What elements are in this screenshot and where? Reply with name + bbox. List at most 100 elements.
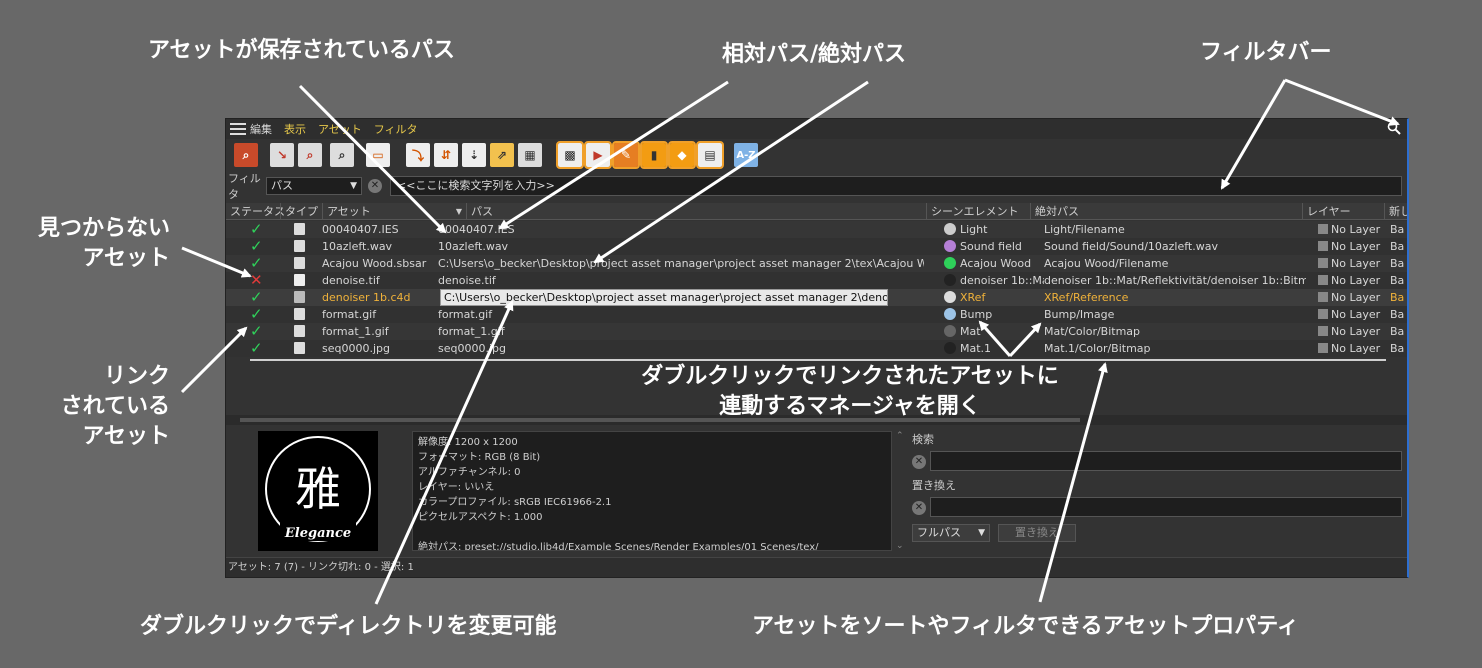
filter-search-icon[interactable] (1387, 121, 1401, 135)
callout-rel-abs-path: 相対パス/絶対パス (722, 42, 907, 67)
col-scene-element[interactable]: シーンエレメント (926, 203, 1030, 220)
absolute-path[interactable]: Mat/Color/Bitmap (1044, 323, 1306, 340)
scene-element[interactable]: Mat (960, 323, 1044, 340)
scene-element[interactable]: Sound field (960, 238, 1044, 255)
filter-film-icon[interactable]: ▮ (640, 141, 668, 169)
scene-element[interactable]: denoiser 1b::Mat (960, 272, 1044, 289)
open-asset-icon[interactable]: ⌕ (234, 143, 258, 167)
relink-search-icon[interactable]: ⌕ (298, 143, 322, 167)
filter-row: フィルタ パス ▼ ✕ <<ここに検索文字列を入力>> (226, 172, 1407, 201)
sort-az-icon[interactable]: A-Z (734, 143, 758, 167)
replace-mode-select[interactable]: フルパス ▼ (912, 524, 990, 542)
callout-missing-asset: 見つからない アセット (10, 214, 170, 274)
new-column-value: Ba (1390, 342, 1405, 355)
localize-icon[interactable]: ⇣ (462, 143, 486, 167)
col-asset[interactable]: アセット ▼ (322, 203, 466, 220)
absolute-path[interactable]: Sound field/Sound/10azleft.wav (1044, 238, 1306, 255)
filter-image-icon[interactable]: ▩ (556, 141, 584, 169)
col-asset-label: アセット (327, 205, 371, 218)
relink-folder-icon[interactable]: ⌕ (330, 143, 354, 167)
absolute-path[interactable]: Acajou Wood/Filename (1044, 255, 1306, 272)
filter-mode-select[interactable]: パス ▼ (266, 177, 362, 195)
col-abs-path[interactable]: 絶対パス (1030, 203, 1302, 220)
table-row[interactable]: ✓ format.gif format.gif Bump Bump/Image No La… (226, 306, 1407, 323)
table-row[interactable]: ✓ Acajou Wood.sbsar C:\Users\o_becker\Desk… (226, 255, 1407, 272)
layer-color-icon (1318, 258, 1328, 268)
scene-element[interactable]: Mat.1 (960, 340, 1044, 357)
callout-dblclick-manager-line1: ダブルクリックでリンクされたアセットに (641, 364, 1059, 389)
scene-element[interactable]: Acajou Wood (960, 255, 1044, 272)
table-header: ステータス タイプ アセット ▼ パス シーンエレメント 絶対パス レイヤー 新… (226, 203, 1407, 220)
filter-movie-icon[interactable]: ▶ (584, 141, 612, 169)
replace-label: 置き換え (912, 479, 956, 492)
asset-path[interactable]: seq0000.jpg (438, 340, 924, 357)
clear-replace-icon[interactable]: ✕ (912, 501, 926, 515)
linked-status-icon: ✓ (250, 306, 263, 323)
relink-icon[interactable]: ↘ (270, 143, 294, 167)
menu-edit[interactable]: 編集 (250, 121, 272, 137)
info-line: レイヤー: いいえ (418, 482, 495, 493)
file-type-icon (294, 342, 305, 354)
svg-text:Elegance: Elegance (284, 526, 351, 541)
table-row[interactable]: ✓ 10azleft.wav 10azleft.wav Sound field Soun… (226, 238, 1407, 255)
texture-grid-icon[interactable]: ▦ (518, 143, 542, 167)
table-row[interactable]: ✕ denoise.tif denoise.tif denoiser 1b::Mat d… (226, 272, 1407, 289)
filter-material-icon[interactable]: ✎ (612, 141, 640, 169)
filter-object-icon[interactable]: ◆ (668, 141, 696, 169)
menu-view[interactable]: 表示 (284, 121, 306, 137)
layer-color-icon (1318, 224, 1328, 234)
asset-path[interactable]: denoise.tif (438, 272, 924, 289)
asset-path[interactable]: C:\Users\o_becker\Desktop\project asset … (438, 255, 924, 272)
export-icon[interactable]: ⤵ (406, 143, 430, 167)
toolbar: ⌕ ↘ ⌕ ⌕ ▭ ⤵ ⇵ ⇣ ⇗ ▦ ▩ ▶ ✎ ▮ ◆ ▤ A-Z (226, 140, 1407, 170)
col-layer[interactable]: レイヤー (1302, 203, 1384, 220)
asset-path[interactable]: format.gif (438, 306, 924, 323)
scene-element[interactable]: Bump (960, 306, 1044, 323)
scroll-down-icon[interactable]: ⌄ (896, 541, 904, 551)
scroll-up-icon[interactable]: ⌃ (896, 431, 906, 441)
linked-status-icon: ✓ (250, 340, 263, 357)
file-type-icon (294, 240, 305, 252)
scene-element[interactable]: XRef (960, 289, 1044, 306)
collect-icon[interactable]: ⇵ (434, 143, 458, 167)
elegance-logo-image: 雅 Elegance (265, 436, 371, 542)
table-row[interactable]: ✓ 00040407.IES 00040407.IES Light Light/File… (226, 221, 1407, 238)
absolute-path[interactable]: denoiser 1b::Mat/Reflektivität/denoiser … (1044, 272, 1306, 289)
globalize-icon[interactable]: ⇗ (490, 143, 514, 167)
absolute-path[interactable]: Mat.1/Color/Bitmap (1044, 340, 1306, 357)
filter-search-input[interactable]: <<ここに検索文字列を入力>> (390, 176, 1402, 196)
search-input[interactable] (930, 451, 1402, 471)
filter-mode-value: パス (271, 179, 293, 192)
asset-path[interactable]: 10azleft.wav (438, 238, 924, 255)
table-end-line (250, 359, 1386, 361)
callout-filter-bar: フィルタバー (1200, 40, 1332, 65)
asset-path[interactable]: format_1.gif (438, 323, 924, 340)
asset-path[interactable]: 00040407.IES (438, 221, 924, 238)
menu-filter[interactable]: フィルタ (374, 121, 418, 137)
asset-info-panel: 解像度: 1200 x 1200 フォーマット: RGB (8 Bit) アルファチ… (412, 431, 892, 551)
hamburger-menu-icon[interactable] (230, 123, 246, 135)
col-new[interactable]: 新し (1384, 203, 1407, 220)
clear-search-icon[interactable]: ✕ (912, 455, 926, 469)
info-scroll-arrows[interactable]: ⌃ ⌄ (896, 431, 906, 551)
path-edit-field[interactable]: C:\Users\o_becker\Desktop\project asset … (440, 289, 888, 306)
replace-input[interactable] (930, 497, 1402, 517)
menu-asset[interactable]: アセット (318, 121, 362, 137)
table-row[interactable]: ✓ denoiser 1b.c4d C:\Users\o_becker\Deskto… (226, 289, 1407, 306)
table-row[interactable]: ✓ seq0000.jpg seq0000.jpg Mat.1 Mat.1/Color/… (226, 340, 1407, 357)
callout-linked-line2: されている (60, 394, 170, 419)
scene-element[interactable]: Light (960, 221, 1044, 238)
clear-filter-icon[interactable]: ✕ (368, 179, 382, 193)
table-row[interactable]: ✓ format_1.gif format_1.gif Mat Mat/Color/Bi… (226, 323, 1407, 340)
new-column-value: Ba (1390, 325, 1405, 338)
menu-bar: 編集 表示 アセット フィルタ (226, 119, 1407, 139)
new-document-icon[interactable]: ▭ (366, 143, 390, 167)
filter-document-icon[interactable]: ▤ (696, 141, 724, 169)
col-type[interactable]: タイプ (280, 203, 322, 220)
absolute-path[interactable]: Bump/Image (1044, 306, 1306, 323)
absolute-path[interactable]: XRef/Reference (1044, 289, 1306, 306)
col-path[interactable]: パス (466, 203, 926, 220)
absolute-path[interactable]: Light/Filename (1044, 221, 1306, 238)
replace-button[interactable]: 置き換え (998, 524, 1076, 542)
col-status[interactable]: ステータス (226, 203, 285, 220)
